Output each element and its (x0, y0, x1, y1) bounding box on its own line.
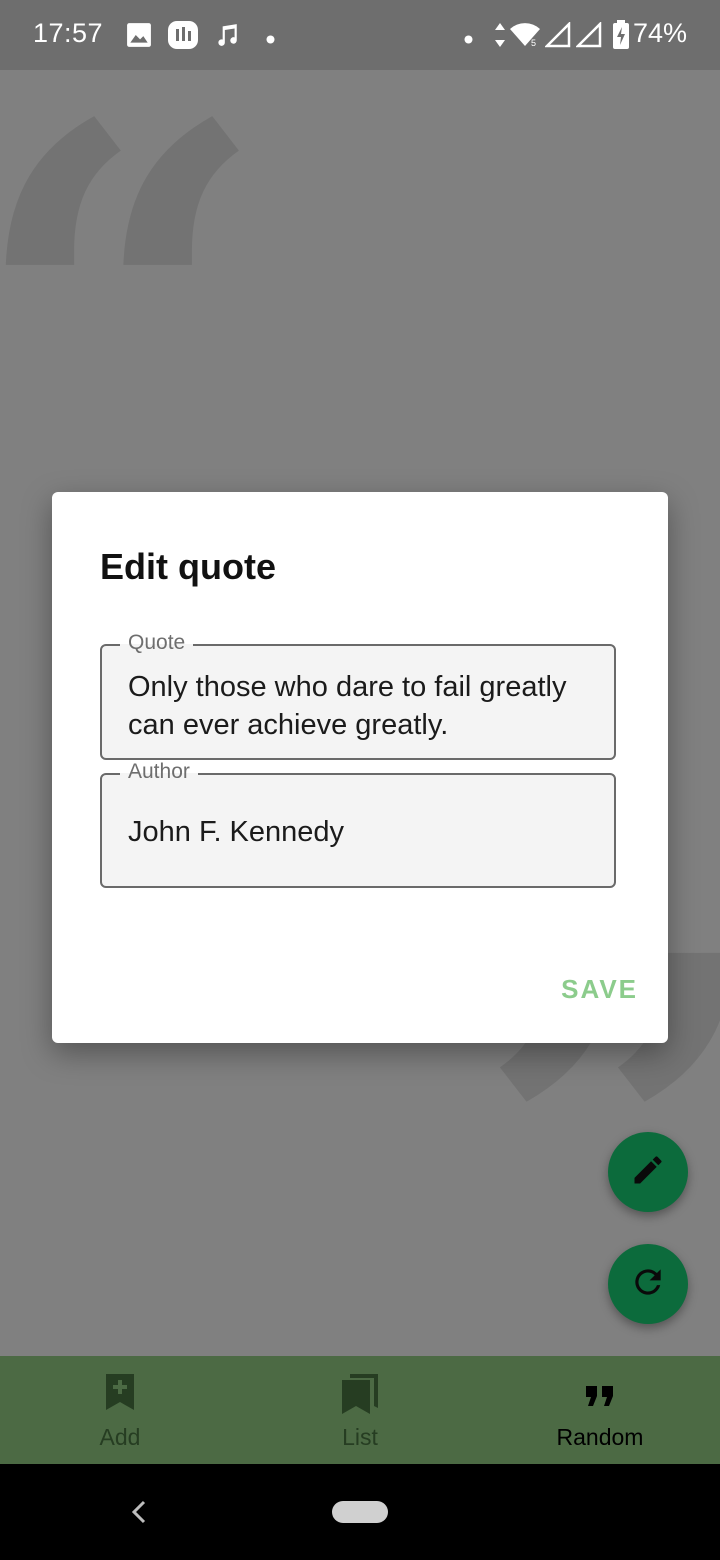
nav-label-add: Add (99, 1424, 141, 1450)
dot-icon (266, 31, 275, 49)
quote-field-label: Quote (120, 631, 194, 655)
nav-label-random: Random (556, 1424, 644, 1450)
save-button[interactable]: SAVE (561, 974, 638, 1005)
dot-icon (464, 31, 473, 49)
signal-icon (543, 20, 571, 53)
bottom-navigation: Add List Random (0, 1356, 720, 1464)
pencil-icon (630, 1152, 666, 1193)
nav-label-list: List (342, 1424, 378, 1450)
back-icon[interactable] (128, 1498, 150, 1531)
bookmarks-icon (340, 1372, 380, 1421)
author-input[interactable]: John F. Kennedy (128, 813, 594, 851)
nav-item-add[interactable]: Add (0, 1356, 240, 1464)
refresh-icon (629, 1263, 667, 1306)
system-navigation-bar (0, 1464, 720, 1560)
author-field[interactable]: Author John F. Kennedy (100, 760, 616, 888)
status-bar: 17:57 5 74% (0, 0, 720, 70)
author-field-label: Author (120, 760, 198, 784)
refresh-quote-fab[interactable] (608, 1244, 688, 1324)
data-arrows-icon (494, 22, 506, 53)
nav-item-random[interactable]: Random (480, 1356, 720, 1464)
image-icon (126, 22, 152, 53)
edit-quote-fab[interactable] (608, 1132, 688, 1212)
battery-level: 74% (632, 18, 687, 48)
music-note-icon (214, 22, 240, 53)
status-time: 17:57 (33, 18, 104, 48)
edit-quote-dialog: Edit quote Quote Only those who dare to … (52, 492, 668, 1043)
quote-input[interactable]: Only those who dare to fail greatly can … (128, 668, 594, 744)
quote-icon (584, 1384, 616, 1413)
bookmark-add-icon (104, 1372, 136, 1417)
quote-field[interactable]: Quote Only those who dare to fail greatl… (100, 631, 616, 760)
nav-item-list[interactable]: List (240, 1356, 480, 1464)
dialog-title: Edit quote (100, 546, 276, 587)
signal-icon (574, 20, 602, 53)
app-icon (167, 20, 199, 55)
battery-charging-icon (612, 20, 630, 55)
home-pill[interactable] (332, 1501, 388, 1523)
wifi-icon: 5 (509, 22, 541, 53)
svg-text:5: 5 (531, 38, 536, 48)
